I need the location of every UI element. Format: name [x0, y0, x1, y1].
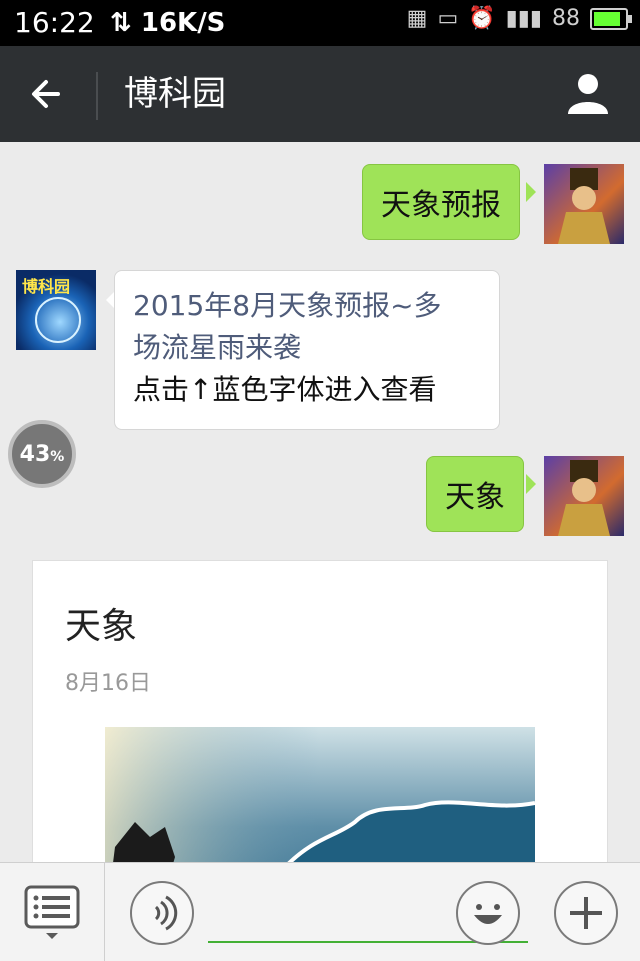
alarm-icon: ⏰ — [468, 6, 496, 31]
profile-icon[interactable] — [564, 68, 612, 116]
chat-header: 博科园 — [0, 46, 640, 142]
bubble-tail — [526, 474, 536, 494]
status-time: 16:22 — [14, 6, 95, 39]
article-date: 8月16日 — [65, 671, 151, 696]
bubble-tail — [526, 182, 536, 202]
progress-value: 43 — [19, 441, 51, 467]
grid-icon: ▦ — [406, 6, 428, 31]
incoming-message[interactable]: 2015年8月天象预报~多 场流星雨来袭 点击↑蓝色字体进入查看 — [114, 270, 500, 430]
chat-area[interactable]: 天象预报 博科园 2015年8月天象预报~多 场流星雨来袭 点击↑蓝色字体进入查… — [0, 142, 640, 862]
avatar-text: 博科园 — [22, 277, 70, 296]
article-title: 天象 — [65, 606, 138, 647]
progress-indicator: 43% — [8, 420, 76, 488]
article-cover-image — [105, 727, 535, 862]
toolbar-divider — [104, 863, 105, 961]
outgoing-message[interactable]: 天象 — [426, 456, 524, 532]
battery-icon — [590, 7, 632, 30]
user-avatar[interactable] — [544, 164, 624, 244]
article-card[interactable]: 天象 8月16日 — [32, 560, 608, 862]
plus-icon — [570, 897, 602, 929]
input-toolbar — [0, 862, 640, 961]
status-bar: 16:22 ⇅ 16K/S ▦ ▭ ⏰ ▮▮▮ 88 — [0, 0, 640, 46]
progress-unit: % — [50, 449, 65, 465]
voice-icon — [154, 895, 178, 931]
status-icons: ▦ ▭ ⏰ ▮▮▮ 88 — [406, 6, 632, 31]
message-icon: ▭ — [437, 6, 459, 31]
outgoing-message[interactable]: 天象预报 — [362, 164, 520, 240]
battery-percent: 88 — [552, 6, 580, 31]
message-link[interactable]: 2015年8月天象预报~多 — [133, 285, 481, 327]
message-text: 天象预报 — [381, 188, 501, 223]
emoji-button[interactable] — [456, 881, 520, 945]
voice-input-button[interactable] — [130, 881, 194, 945]
contact-avatar[interactable]: 博科园 — [16, 270, 96, 350]
emoji-icon — [474, 904, 502, 924]
menu-toggle-icon[interactable] — [24, 885, 80, 941]
more-button[interactable] — [554, 881, 618, 945]
chat-title: 博科园 — [124, 74, 226, 114]
sync-icon: ⇅ — [110, 8, 132, 38]
message-text: 天象 — [445, 480, 505, 515]
user-avatar[interactable] — [544, 456, 624, 536]
header-divider — [96, 72, 98, 120]
back-arrow-icon[interactable] — [28, 72, 72, 116]
network-speed: ⇅ 16K/S — [110, 6, 225, 40]
network-speed-text: 16K/S — [140, 8, 226, 38]
signal-icon: ▮▮▮ — [505, 6, 542, 31]
message-link-2[interactable]: 场流星雨来袭 — [133, 327, 481, 369]
message-hint: 点击↑蓝色字体进入查看 — [133, 373, 437, 406]
